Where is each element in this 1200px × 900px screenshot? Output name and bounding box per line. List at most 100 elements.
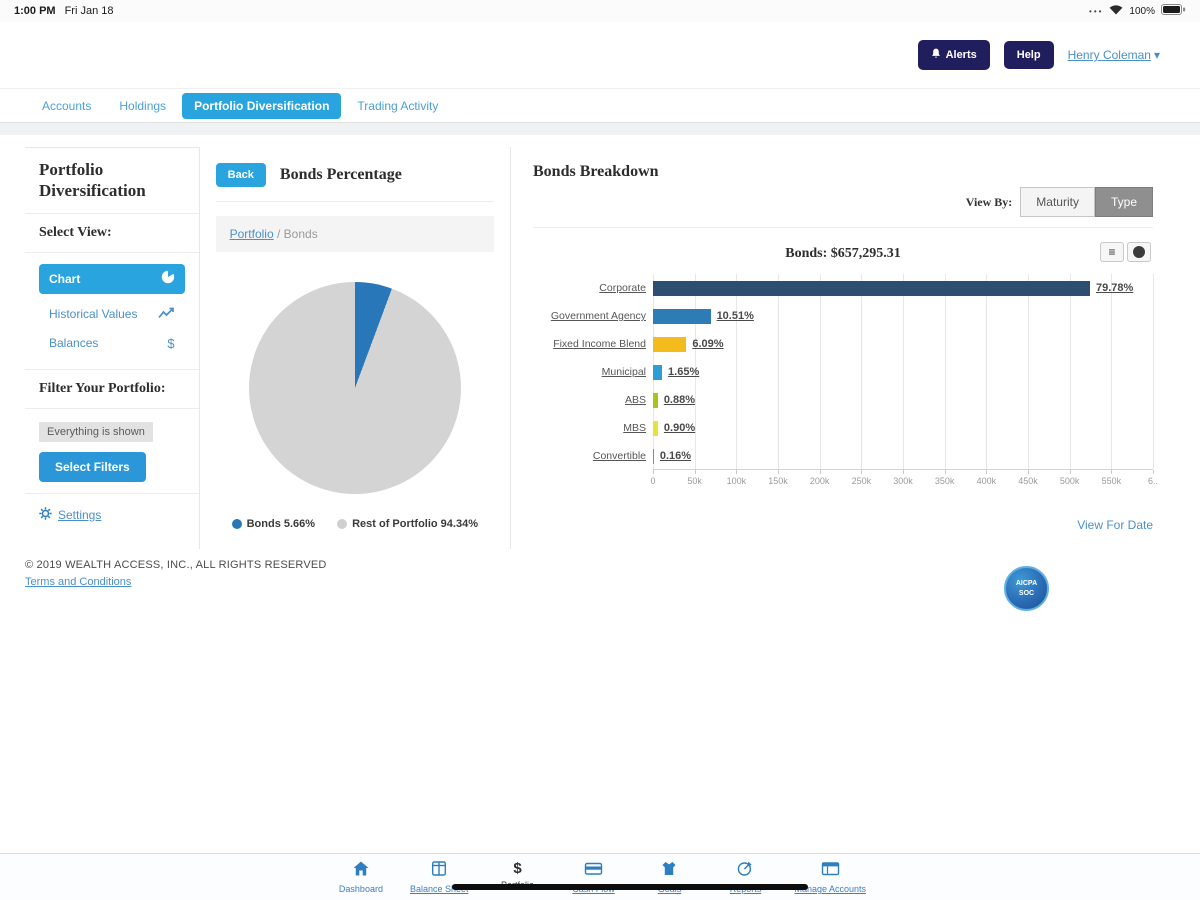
axis-tick-label: 100k bbox=[727, 476, 747, 486]
chart-context-menu-icon[interactable] bbox=[1127, 242, 1151, 262]
bar-value-corporate[interactable]: 79.78% bbox=[1096, 282, 1133, 294]
bar-value-municipal[interactable]: 1.65% bbox=[668, 366, 699, 378]
bonds-percentage-panel: Back Bonds Percentage Portfolio / Bonds … bbox=[200, 147, 511, 549]
bar-category-mbs[interactable]: MBS bbox=[533, 422, 646, 434]
status-bar: 1:00 PM Fri Jan 18 ••• 100% bbox=[0, 0, 1200, 22]
tab-trading-activity[interactable]: Trading Activity bbox=[345, 93, 450, 119]
bell-icon bbox=[931, 48, 941, 62]
breadcrumb: Portfolio / Bonds bbox=[216, 216, 494, 252]
footer: © 2019 WEALTH ACCESS, INC., ALL RIGHTS R… bbox=[25, 559, 1175, 590]
nav-tabs: AccountsHoldingsPortfolio Diversificatio… bbox=[0, 88, 1200, 123]
bar-row-corporate: Corporate79.78% bbox=[653, 274, 1153, 302]
battery-percent: 100% bbox=[1129, 6, 1155, 17]
bar-abs[interactable] bbox=[653, 393, 658, 408]
balance-sheet-icon bbox=[430, 860, 448, 882]
bar-value-government-agency[interactable]: 10.51% bbox=[717, 310, 754, 322]
legend-dot bbox=[337, 519, 347, 529]
axis-tick-label: 300k bbox=[893, 476, 913, 486]
sidebar-item-balances[interactable]: Balances $ bbox=[39, 329, 185, 358]
pie-legend: Bonds 5.66% Rest of Portfolio 94.34% bbox=[216, 518, 494, 530]
settings-link[interactable]: Settings bbox=[25, 494, 199, 536]
dollar-icon: $ bbox=[167, 336, 174, 351]
axis-tick-label: 500k bbox=[1060, 476, 1080, 486]
axis-tick-label: 550k bbox=[1102, 476, 1122, 486]
bar-municipal[interactable] bbox=[653, 365, 662, 380]
bar-row-municipal: Municipal1.65% bbox=[653, 358, 1153, 386]
reports-icon bbox=[736, 860, 754, 882]
axis-tick bbox=[945, 470, 946, 474]
breadcrumb-separator: / bbox=[274, 227, 284, 241]
axis-tick-label: 6.. bbox=[1148, 476, 1158, 486]
bar-value-abs[interactable]: 0.88% bbox=[664, 394, 695, 406]
help-button[interactable]: Help bbox=[1004, 41, 1054, 69]
bar-category-abs[interactable]: ABS bbox=[533, 394, 646, 406]
bar-value-fixed-income-blend[interactable]: 6.09% bbox=[692, 338, 723, 350]
chevron-down-icon: ▾ bbox=[1154, 48, 1160, 62]
user-menu[interactable]: Henry Coleman▾ bbox=[1068, 48, 1160, 62]
cellular-signal-icon: ••• bbox=[1089, 7, 1103, 16]
legend-item-rest-of-portfolio[interactable]: Rest of Portfolio 94.34% bbox=[337, 518, 478, 530]
bar-convertible[interactable] bbox=[653, 449, 654, 464]
sidebar-item-chart[interactable]: Chart bbox=[39, 264, 185, 294]
legend-item-bonds[interactable]: Bonds 5.66% bbox=[232, 518, 315, 530]
view-by-type[interactable]: Type bbox=[1095, 187, 1153, 217]
bottom-nav: DashboardBalance Sheet$PortfolioCash Flo… bbox=[0, 853, 1200, 900]
legend-dot bbox=[232, 519, 242, 529]
status-date: Fri Jan 18 bbox=[65, 5, 114, 17]
back-button[interactable]: Back bbox=[216, 163, 266, 187]
bonds-breakdown-panel: Bonds Breakdown View By: MaturityType Bo… bbox=[511, 147, 1175, 549]
bar-chart-title: Bonds: $657,295.31 bbox=[785, 246, 901, 261]
axis-tick bbox=[736, 470, 737, 474]
dollar-icon: $ bbox=[513, 860, 521, 878]
bar-category-government-agency[interactable]: Government Agency bbox=[533, 310, 646, 322]
main-content: Portfolio Diversification Select View: C… bbox=[25, 147, 1175, 549]
axis-tick bbox=[1153, 470, 1154, 474]
home-indicator[interactable] bbox=[452, 884, 808, 890]
breadcrumb-portfolio-link[interactable]: Portfolio bbox=[230, 227, 274, 241]
bar-category-municipal[interactable]: Municipal bbox=[533, 366, 646, 378]
manage-accounts-icon bbox=[821, 860, 840, 882]
bonds-breakdown-title: Bonds Breakdown bbox=[533, 163, 1153, 181]
axis-tick bbox=[820, 470, 821, 474]
axis-tick bbox=[903, 470, 904, 474]
alerts-button[interactable]: Alerts bbox=[918, 40, 990, 70]
bonds-percentage-title: Bonds Percentage bbox=[280, 166, 402, 184]
bar-row-fixed-income-blend: Fixed Income Blend6.09% bbox=[653, 330, 1153, 358]
bar-value-convertible[interactable]: 0.16% bbox=[660, 450, 691, 462]
tab-accounts[interactable]: Accounts bbox=[30, 93, 103, 119]
bar-category-corporate[interactable]: Corporate bbox=[533, 282, 646, 294]
bar-category-convertible[interactable]: Convertible bbox=[533, 450, 646, 462]
axis-tick-label: 450k bbox=[1018, 476, 1038, 486]
bottom-nav-dashboard[interactable]: Dashboard bbox=[334, 860, 388, 894]
bar-row-convertible: Convertible0.16% bbox=[653, 442, 1153, 470]
axis-tick bbox=[1070, 470, 1071, 474]
terms-link[interactable]: Terms and Conditions bbox=[25, 576, 131, 588]
bar-row-mbs: MBS0.90% bbox=[653, 414, 1153, 442]
view-for-date-link[interactable]: View For Date bbox=[1077, 518, 1153, 532]
wifi-icon bbox=[1109, 4, 1123, 18]
bar-mbs[interactable] bbox=[653, 421, 658, 436]
line-chart-icon bbox=[158, 307, 175, 322]
bar-chart-x-axis: 050k100k150k200k250k300k350k400k450k500k… bbox=[653, 470, 1153, 488]
sidebar-item-historical-values[interactable]: Historical Values bbox=[39, 300, 185, 329]
select-view-label: Select View: bbox=[39, 225, 185, 241]
bar-government-agency[interactable] bbox=[653, 309, 711, 324]
view-by-maturity[interactable]: Maturity bbox=[1020, 187, 1095, 217]
axis-tick-label: 400k bbox=[977, 476, 997, 486]
chart-table-icon[interactable]: ≡ bbox=[1100, 242, 1124, 262]
status-time: 1:00 PM bbox=[14, 5, 56, 17]
tab-portfolio-diversification[interactable]: Portfolio Diversification bbox=[182, 93, 341, 119]
copyright-text: © 2019 WEALTH ACCESS, INC., ALL RIGHTS R… bbox=[25, 559, 1175, 571]
filter-portfolio-label: Filter Your Portfolio: bbox=[39, 381, 185, 397]
bar-category-fixed-income-blend[interactable]: Fixed Income Blend bbox=[533, 338, 646, 350]
axis-tick bbox=[695, 470, 696, 474]
axis-tick bbox=[1028, 470, 1029, 474]
tab-holdings[interactable]: Holdings bbox=[107, 93, 178, 119]
axis-tick bbox=[778, 470, 779, 474]
bar-fixed-income-blend[interactable] bbox=[653, 337, 686, 352]
select-filters-button[interactable]: Select Filters bbox=[39, 452, 146, 482]
view-by-label: View By: bbox=[966, 195, 1013, 210]
nav-divider-strip bbox=[0, 123, 1200, 135]
bar-value-mbs[interactable]: 0.90% bbox=[664, 422, 695, 434]
bar-corporate[interactable] bbox=[653, 281, 1090, 296]
